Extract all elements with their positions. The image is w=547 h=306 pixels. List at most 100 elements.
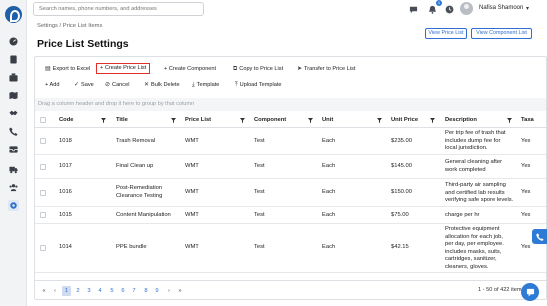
handshake-icon[interactable]: [8, 108, 19, 119]
row-checkbox[interactable]: [40, 164, 46, 170]
documents-icon[interactable]: [8, 54, 19, 65]
chevron-down-icon[interactable]: ▾: [526, 5, 529, 12]
title-cell: Trash Removal: [116, 138, 156, 144]
copy-icon: ⧉: [233, 66, 238, 72]
title-cell: PPE bundle: [116, 244, 147, 250]
first-page-button[interactable]: «: [40, 286, 48, 296]
create-price-list-button[interactable]: + Create Price List: [96, 63, 151, 74]
user-name[interactable]: Nafisa Shamoon: [479, 5, 523, 11]
taxable-cell: Yes: [521, 189, 531, 195]
page-button[interactable]: 1: [62, 286, 71, 296]
table-row[interactable]: 1016 Post-Remediation Clearance Testing …: [35, 179, 546, 207]
add-button[interactable]: + Add: [42, 80, 62, 91]
chat-widget-button[interactable]: [521, 283, 539, 301]
export-excel-button[interactable]: ▤ Export to Excel: [42, 64, 93, 75]
next-page-button[interactable]: ›: [165, 286, 173, 296]
page-button[interactable]: 8: [142, 286, 150, 296]
table-row[interactable]: 1017 Final Clean up WMT Test Each $145.0…: [35, 155, 546, 179]
template-button[interactable]: ⤓ Template: [189, 80, 222, 91]
prev-page-button[interactable]: ‹: [51, 286, 59, 296]
copy-to-price-list-button[interactable]: ⧉ Copy to Price List: [230, 64, 286, 75]
filter-icon[interactable]: [377, 118, 382, 123]
chat-icon[interactable]: [408, 4, 418, 14]
dashboard-icon[interactable]: [8, 36, 19, 47]
title-cell: Content Manipulation: [116, 212, 171, 218]
page-button[interactable]: 9: [153, 286, 161, 296]
settings-gear-icon[interactable]: [8, 200, 19, 211]
unit-price-cell: $42.15: [391, 244, 409, 250]
page-button[interactable]: 2: [74, 286, 82, 296]
filter-icon[interactable]: [507, 118, 512, 123]
page-button[interactable]: 4: [96, 286, 104, 296]
page-button[interactable]: 5: [108, 286, 116, 296]
app-logo[interactable]: [5, 6, 22, 23]
unit-cell: Each: [322, 189, 336, 195]
column-header-description[interactable]: Description: [445, 113, 477, 128]
select-all-checkbox[interactable]: [40, 117, 46, 123]
view-price-list-button[interactable]: View Price List: [425, 28, 467, 39]
filter-icon[interactable]: [101, 118, 106, 123]
description-cell: Per trip fee of trash that includes dump…: [445, 130, 506, 151]
row-checkbox[interactable]: [40, 138, 46, 144]
filter-icon[interactable]: [240, 118, 245, 123]
create-component-button[interactable]: + Create Component: [161, 64, 219, 75]
price-list-cell: WMT: [185, 244, 199, 250]
price-list-grid-panel: ▤ Export to Excel + Create Price List + C…: [34, 56, 547, 300]
bulk-delete-button[interactable]: ✕ Bulk Delete: [141, 80, 183, 91]
code-cell: 1014: [59, 244, 72, 250]
unit-cell: Each: [322, 212, 336, 218]
filter-icon[interactable]: [308, 118, 313, 123]
filter-icon[interactable]: [171, 118, 176, 123]
search-input[interactable]: [33, 2, 204, 16]
filter-icon[interactable]: [430, 118, 435, 123]
view-component-list-button[interactable]: View Component List: [471, 28, 532, 39]
jobs-icon[interactable]: [8, 72, 19, 83]
taxable-cell: Yes: [521, 163, 531, 169]
price-list-cell: WMT: [185, 138, 199, 144]
code-cell: 1017: [59, 163, 72, 169]
grid-header: Code Title Price List Component Unit Uni…: [35, 113, 546, 128]
taxable-cell: Yes: [521, 244, 531, 250]
clock-icon[interactable]: [444, 4, 454, 14]
bell-icon[interactable]: [427, 4, 437, 14]
team-icon[interactable]: [8, 182, 19, 193]
title-cell: Post-Remediation Clearance Testing: [116, 185, 163, 199]
description-cell: charge per hr: [445, 212, 480, 218]
save-button[interactable]: ✓ Save: [71, 80, 97, 91]
component-cell: Test: [254, 212, 265, 218]
last-page-button[interactable]: »: [176, 286, 184, 296]
row-checkbox[interactable]: [40, 190, 46, 196]
inbox-icon[interactable]: [8, 144, 19, 155]
map-icon[interactable]: [8, 90, 19, 101]
column-header-code[interactable]: Code: [59, 113, 74, 128]
row-checkbox[interactable]: [40, 212, 46, 218]
avatar[interactable]: [460, 2, 473, 15]
upload-template-button[interactable]: ⤒ Upload Template: [232, 80, 285, 91]
column-header-unit-price[interactable]: Unit Price: [391, 113, 418, 128]
cancel-button[interactable]: ⊘ Cancel: [102, 80, 132, 91]
code-cell: 1018: [59, 138, 72, 144]
truck-icon[interactable]: [8, 164, 19, 175]
price-list-cell: WMT: [185, 212, 199, 218]
sidebar: [0, 0, 27, 306]
transfer-to-price-list-button[interactable]: ➤ Transfer to Price List: [294, 64, 358, 75]
breadcrumb: Settings / Price List Items: [37, 23, 103, 29]
page-button[interactable]: 7: [130, 286, 138, 296]
table-row[interactable]: 1014 PPE bundle WMT Test Each $42.15 Pro…: [35, 224, 546, 273]
description-cell: General cleaning after work completed: [445, 159, 503, 173]
column-header-title[interactable]: Title: [116, 113, 128, 128]
phone-icon[interactable]: [8, 126, 19, 137]
page-button[interactable]: 6: [119, 286, 127, 296]
call-widget-button[interactable]: [532, 229, 547, 244]
row-checkbox[interactable]: [40, 245, 46, 251]
title-cell: Final Clean up: [116, 163, 154, 169]
table-row[interactable]: 1018 Trash Removal WMT Test Each $235.00…: [35, 128, 546, 155]
column-header-taxable[interactable]: Taxa: [521, 113, 534, 128]
page-button[interactable]: 3: [85, 286, 93, 296]
column-header-unit[interactable]: Unit: [322, 113, 333, 128]
table-row[interactable]: 1015 Content Manipulation WMT Test Each …: [35, 207, 546, 224]
group-drop-zone[interactable]: Drag a column header and drop it here to…: [35, 98, 546, 111]
unit-cell: Each: [322, 138, 336, 144]
column-header-price-list[interactable]: Price List: [185, 113, 211, 128]
column-header-component[interactable]: Component: [254, 113, 286, 128]
